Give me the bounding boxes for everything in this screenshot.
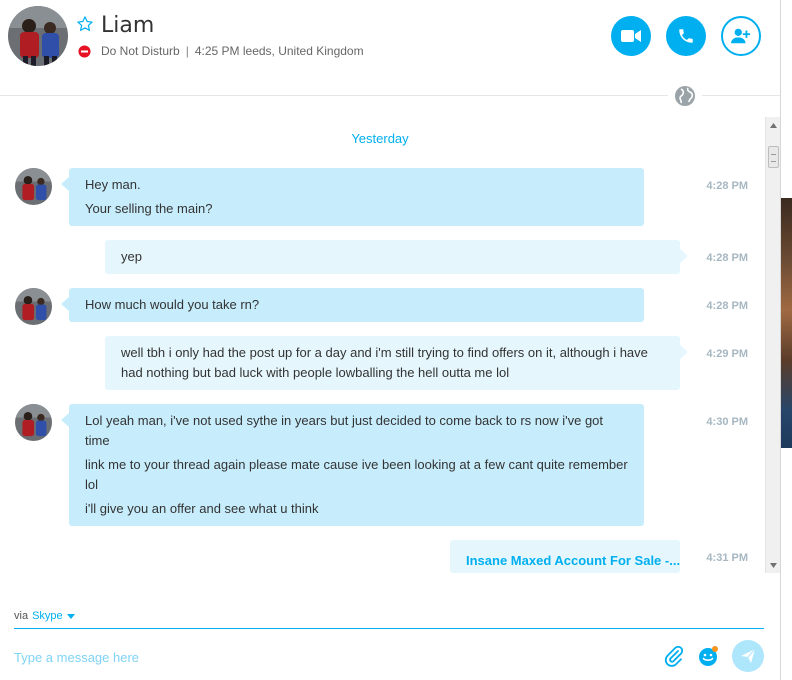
message-timestamp: 4:31 PM xyxy=(706,552,748,564)
outgoing-message[interactable]: well tbh i only had the post up for a da… xyxy=(105,336,688,390)
incoming-message[interactable]: Hey man. Your selling the main? xyxy=(61,168,644,226)
outgoing-link-message[interactable]: Insane Maxed Account For Sale -... xyxy=(450,540,680,573)
chevron-down-icon[interactable] xyxy=(66,613,75,619)
paperclip-icon[interactable] xyxy=(664,645,684,667)
link-title[interactable]: Insane Maxed Account For Sale -... xyxy=(466,551,680,571)
message-timestamp: 4:30 PM xyxy=(706,416,748,428)
via-label: via xyxy=(14,610,29,622)
via-service-link[interactable]: Skype xyxy=(32,610,63,622)
message-input[interactable] xyxy=(14,644,614,670)
message-line: well tbh i only had the post up for a da… xyxy=(121,345,648,380)
outgoing-message[interactable]: yep xyxy=(105,240,688,274)
message-line: Lol yeah man, i've not used sythe in yea… xyxy=(85,413,604,448)
sender-avatar[interactable] xyxy=(15,404,52,441)
message-line: i'll give you an offer and see what u th… xyxy=(85,501,319,516)
add-person-icon xyxy=(731,28,751,44)
scroll-thumb[interactable] xyxy=(768,146,779,168)
send-icon xyxy=(741,648,756,663)
message-timestamp: 4:28 PM xyxy=(706,180,748,192)
incoming-message[interactable]: How much would you take rn? xyxy=(61,288,644,322)
video-call-button[interactable] xyxy=(611,16,651,56)
favorite-star-icon[interactable] xyxy=(76,15,94,33)
sender-avatar[interactable] xyxy=(15,168,52,205)
conversation-header: Liam Do Not Disturb | 4:25 PM leeds, Uni… xyxy=(0,0,780,96)
header-divider xyxy=(0,95,780,96)
message-line: link me to your thread again please mate… xyxy=(85,457,628,492)
message-line: yep xyxy=(121,249,142,264)
contact-avatar[interactable] xyxy=(8,6,68,66)
via-selector: via Skype xyxy=(14,610,75,622)
scroll-down-arrow-icon[interactable] xyxy=(766,557,781,573)
send-button[interactable] xyxy=(732,640,764,672)
composer-divider xyxy=(14,628,764,629)
phone-icon xyxy=(679,29,693,43)
local-time: 4:25 PM leeds, United Kingdom xyxy=(194,44,364,58)
message-line: Hey man. xyxy=(85,177,141,192)
message-timestamp: 4:28 PM xyxy=(706,252,748,264)
add-people-button[interactable] xyxy=(721,16,761,56)
video-camera-icon xyxy=(621,30,641,42)
globe-icon[interactable] xyxy=(668,85,702,107)
message-scrollbar[interactable] xyxy=(765,117,780,573)
background-window-photo xyxy=(781,198,792,448)
incoming-message[interactable]: Lol yeah man, i've not used sythe in yea… xyxy=(61,404,644,526)
message-line: How much would you take rn? xyxy=(85,297,260,312)
status-row: Do Not Disturb | 4:25 PM leeds, United K… xyxy=(78,43,364,59)
message-timestamp: 4:29 PM xyxy=(706,348,748,360)
contact-name[interactable]: Liam xyxy=(101,13,154,38)
sender-avatar[interactable] xyxy=(15,288,52,325)
day-separator: Yesterday xyxy=(351,131,409,146)
status-separator: | xyxy=(185,44,189,58)
emoticon-icon[interactable] xyxy=(697,645,719,667)
scroll-up-arrow-icon[interactable] xyxy=(766,117,781,133)
status-text: Do Not Disturb xyxy=(101,44,180,58)
audio-call-button[interactable] xyxy=(666,16,706,56)
do-not-disturb-icon xyxy=(78,44,91,58)
message-line: Your selling the main? xyxy=(85,201,213,216)
message-timestamp: 4:28 PM xyxy=(706,300,748,312)
